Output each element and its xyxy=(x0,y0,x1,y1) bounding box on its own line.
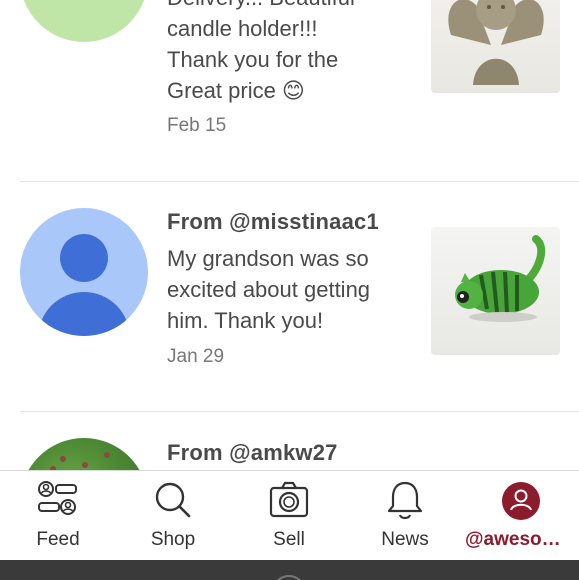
reviewer-avatar[interactable] xyxy=(20,0,148,42)
review-message-line: excited about getting xyxy=(167,277,371,302)
listing-thumbnail[interactable] xyxy=(431,0,560,93)
review-message-line: Delivery... Beautiful xyxy=(167,0,412,13)
system-navigation-bar xyxy=(0,560,579,580)
review-message: My grandson was so excited about getting… xyxy=(167,243,412,336)
bell-icon xyxy=(387,481,423,520)
home-button[interactable] xyxy=(272,575,306,580)
divider xyxy=(20,411,579,412)
avatar-photo-detail xyxy=(60,456,66,462)
angel-candle-holder-image xyxy=(448,0,544,85)
review-from[interactable]: From @misstinaac1 xyxy=(167,209,379,235)
feed-icon xyxy=(38,481,77,515)
green-cat-figurine-image xyxy=(455,235,546,322)
camera-icon xyxy=(269,481,309,518)
search-icon xyxy=(155,482,191,518)
avatar-photo-detail xyxy=(82,462,88,468)
tab-shop[interactable]: Shop xyxy=(115,471,231,561)
tab-news-label: News xyxy=(381,529,429,550)
review-message-line: Great price 😊 xyxy=(167,78,305,103)
review-date: Feb 15 xyxy=(167,115,227,136)
avatar-photo-detail xyxy=(104,452,110,458)
reviewer-avatar[interactable] xyxy=(20,208,148,336)
review-date: Jan 29 xyxy=(167,346,225,367)
tab-shop-label: Shop xyxy=(150,529,196,550)
review-from[interactable]: From @amkw27 xyxy=(167,440,338,466)
review-message-line: him. Thank you! xyxy=(167,308,324,333)
divider xyxy=(20,181,579,182)
tab-feed-label: Feed xyxy=(36,529,80,550)
review-message: Delivery... Beautiful candle holder!!! T… xyxy=(167,0,412,106)
user-head-icon xyxy=(60,234,108,282)
profile-icon xyxy=(502,482,540,520)
review-message-line: candle holder!!! xyxy=(167,16,318,41)
tab-profile[interactable]: @awesome... xyxy=(463,471,579,561)
listing-thumbnail[interactable] xyxy=(431,227,560,355)
tab-profile-label: @awesome... xyxy=(465,529,579,550)
user-body-icon xyxy=(38,292,130,336)
bottom-tab-bar: Feed Shop Sell News @awesome... xyxy=(0,470,579,560)
tab-sell[interactable]: Sell xyxy=(231,471,347,561)
reviews-feed: Delivery... Beautiful candle holder!!! T… xyxy=(0,0,579,470)
review-message-line: My grandson was so xyxy=(167,246,369,271)
tab-feed[interactable]: Feed xyxy=(0,471,116,561)
tab-sell-label: Sell xyxy=(273,529,305,550)
reviewer-avatar[interactable] xyxy=(20,438,148,470)
tab-news[interactable]: News xyxy=(347,471,463,561)
review-message-line: Thank you for the xyxy=(167,47,339,72)
